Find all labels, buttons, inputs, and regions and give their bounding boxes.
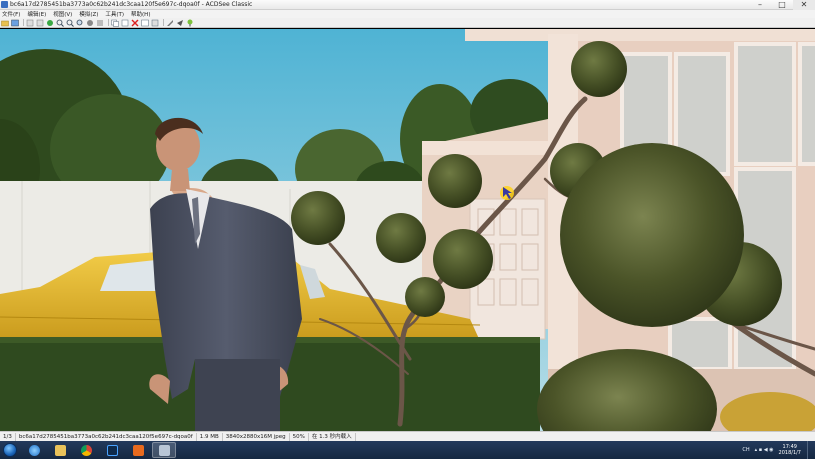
start-button[interactable] <box>0 441 20 459</box>
zoom-out-icon[interactable] <box>66 19 74 27</box>
taskbar-acdsee[interactable] <box>152 442 176 458</box>
image-dimensions: 3840x2880x16M jpeg <box>223 432 290 441</box>
menu-simulate[interactable]: 模拟(Z) <box>79 10 98 18</box>
windows-logo-icon <box>3 443 17 457</box>
clock[interactable]: 17:49 2018/1/7 <box>779 444 801 456</box>
taskbar-app[interactable] <box>126 442 150 458</box>
browse-icon[interactable] <box>11 19 19 27</box>
toolbar-separator <box>23 19 24 26</box>
show-desktop-button[interactable] <box>807 441 815 459</box>
delete-icon[interactable] <box>131 19 139 27</box>
menu-tools[interactable]: 工具(T) <box>105 10 124 18</box>
mouse-cursor-highlight <box>500 186 514 200</box>
displayed-photo <box>0 29 815 431</box>
input-language[interactable]: CH <box>742 447 749 453</box>
toolbar <box>0 18 815 28</box>
acdsee-icon <box>158 444 170 456</box>
close-button[interactable]: ✕ <box>793 0 815 10</box>
system-tray: CH ▴ ▪ ◀ ◉ 17:49 2018/1/7 <box>742 441 815 459</box>
taskbar-ie[interactable] <box>22 442 46 458</box>
zoom-level: 50% <box>290 432 309 441</box>
image-index: 1/3 <box>0 432 16 441</box>
slideshow-icon[interactable] <box>151 19 159 27</box>
toolbar-separator <box>108 19 109 26</box>
title-bar: bc6a17d2785451ba3773a0c62b241dc3caa120f5… <box>0 0 815 10</box>
load-time: 在 1.3 秒内载入 <box>309 432 356 441</box>
next-icon[interactable] <box>36 19 44 27</box>
status-bar: 1/3 bc6a17d2785451ba3773a0c62b241dc3caa1… <box>0 431 815 441</box>
menu-bar: 文件(F) 编辑(E) 视图(V) 模拟(Z) 工具(T) 帮助(H) <box>0 10 815 18</box>
zoom-fit-icon[interactable] <box>76 19 84 27</box>
zoom-in-icon[interactable] <box>56 19 64 27</box>
file-size: 1.9 MB <box>197 432 223 441</box>
full-screen-icon[interactable] <box>86 19 94 27</box>
help-icon[interactable] <box>186 19 194 27</box>
properties-icon[interactable] <box>96 19 104 27</box>
info-icon[interactable] <box>176 19 184 27</box>
folder-icon <box>54 444 66 456</box>
image-viewer[interactable] <box>0 29 815 431</box>
tools-icon[interactable] <box>166 19 174 27</box>
window-title: bc6a17d2785451ba3773a0c62b241dc3caa120f5… <box>10 1 253 8</box>
tray-icons[interactable]: ▴ ▪ ◀ ◉ <box>755 447 774 453</box>
taskbar-explorer[interactable] <box>48 442 72 458</box>
clock-date: 2018/1/7 <box>778 450 801 456</box>
open-folder-icon[interactable] <box>1 19 9 27</box>
taskbar: CH ▴ ▪ ◀ ◉ 17:49 2018/1/7 <box>0 441 815 459</box>
menu-edit[interactable]: 编辑(E) <box>27 10 46 18</box>
menu-file[interactable]: 文件(F) <box>2 10 20 18</box>
minimize-button[interactable]: – <box>749 0 771 10</box>
menu-help[interactable]: 帮助(H) <box>131 10 150 18</box>
internet-explorer-icon <box>28 444 40 456</box>
prev-icon[interactable] <box>26 19 34 27</box>
taskbar-chrome[interactable] <box>74 442 98 458</box>
menu-view[interactable]: 视图(V) <box>53 10 72 18</box>
toolbar-separator <box>163 19 164 26</box>
rotate-icon[interactable] <box>46 19 54 27</box>
chrome-icon <box>80 444 92 456</box>
image-icon[interactable] <box>141 19 149 27</box>
copy-icon[interactable] <box>111 19 119 27</box>
maximize-button[interactable]: □ <box>771 0 793 10</box>
orange-app-icon <box>132 444 144 456</box>
photoshop-icon <box>106 444 118 456</box>
move-icon[interactable] <box>121 19 129 27</box>
image-filename: bc6a17d2785451ba3773a0c62b241dc3caa120f5… <box>16 432 197 441</box>
acdsee-app-icon <box>1 1 8 8</box>
taskbar-photoshop[interactable] <box>100 442 124 458</box>
